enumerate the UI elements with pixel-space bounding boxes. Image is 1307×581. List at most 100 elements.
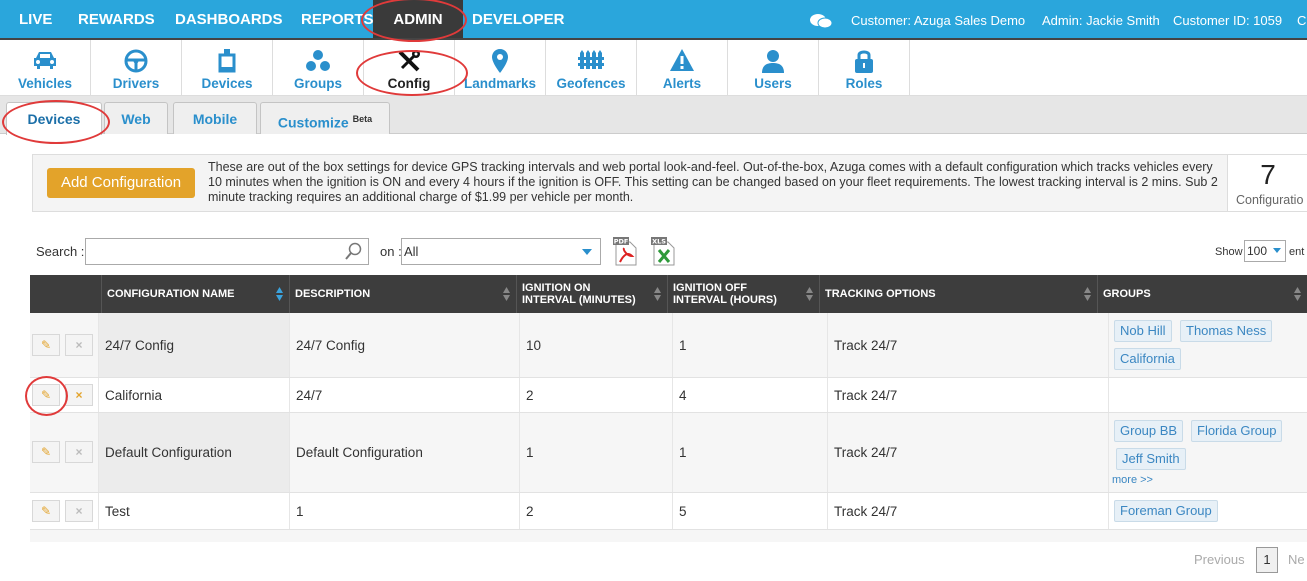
table-row: ✎ × Test 1 2 5 Track 24/7 Foreman Group [30,493,1307,530]
edit-button[interactable]: ✎ [32,334,60,356]
car-icon [34,52,56,69]
close-icon: × [75,445,83,459]
search-column-select[interactable]: All [401,238,601,265]
toolbar-geofences[interactable]: Geofences [546,40,637,96]
nav-dashboards[interactable]: DASHBOARDS [175,0,283,38]
table-header: CONFIGURATION NAME DESCRIPTION IGNITION … [30,275,1307,313]
previous-page-button[interactable]: Previous [1194,552,1245,567]
nav-rewards[interactable]: REWARDS [78,0,155,38]
toolbar-landmarks[interactable]: Landmarks [455,40,546,96]
toolbar-drivers[interactable]: Drivers [91,40,182,96]
toolbar-label: Groups [293,76,342,91]
header-description[interactable]: DESCRIPTION [289,275,516,313]
cell-name: Default Configuration [98,413,289,492]
edit-button[interactable]: ✎ [32,441,60,463]
group-tag[interactable]: California [1114,348,1181,370]
delete-button[interactable]: × [65,334,93,356]
group-tag[interactable]: Florida Group [1191,420,1283,442]
sort-icon [276,287,283,301]
toolbar-label: Devices [201,76,253,91]
toolbar-vehicles[interactable]: Vehicles [0,40,91,96]
pdf-label: PDF [614,238,629,246]
header-tracking-options[interactable]: TRACKING OPTIONS [819,275,1097,313]
search-input[interactable] [85,238,369,265]
admin-toolbar: Vehicles Drivers Devices Groups Config L… [0,40,1307,96]
close-icon: × [75,338,83,352]
search-icon[interactable] [345,242,363,260]
add-configuration-button[interactable]: Add Configuration [47,168,195,198]
page-1-button[interactable]: 1 [1256,547,1278,573]
xls-export-icon[interactable]: XLS [650,236,676,266]
toolbar-roles[interactable]: Roles [819,40,910,96]
toolbar-label: Users [754,76,792,91]
cell-name: Test [98,493,289,529]
config-subtabs: Devices Web Mobile Customize Beta [0,96,1307,135]
cell-description: 24/7 Config [289,313,516,377]
tab-customize[interactable]: Customize Beta [260,102,390,134]
configuration-count: 7 [1260,159,1276,190]
tab-mobile[interactable]: Mobile [173,102,257,134]
header-configuration-name[interactable]: CONFIGURATION NAME [101,275,289,313]
cell-ignition-on: 2 [519,378,672,412]
group-tag[interactable]: Foreman Group [1114,500,1218,522]
cell-name: California [98,378,289,412]
overflow-text: C [1297,13,1307,28]
sort-icon [1294,287,1301,301]
cell-ignition-off: 5 [672,493,827,529]
toolbar-alerts[interactable]: Alerts [637,40,728,96]
toolbar-users[interactable]: Users [728,40,819,96]
next-page-button[interactable]: Ne [1288,552,1305,567]
table-row: ✎ × 24/7 Config 24/7 Config 10 1 Track 2… [30,313,1307,378]
header-ignition-on[interactable]: IGNITION ON INTERVAL (MINUTES) [516,275,667,313]
device-icon [218,49,236,73]
map-pin-icon [492,49,508,73]
group-tag[interactable]: Jeff Smith [1116,448,1186,470]
lock-icon [855,50,873,73]
top-navigation: LIVE REWARDS DASHBOARDS REPORTS ADMIN DE… [0,0,1307,38]
customer-name: Customer: Azuga Sales Demo [851,13,1026,28]
nav-live[interactable]: LIVE [19,0,52,38]
table-row-partial [30,530,1307,542]
info-text: These are out of the box settings for de… [208,160,1218,204]
sort-icon [503,287,510,301]
xls-label: XLS [652,238,666,246]
pdf-export-icon[interactable]: PDF [612,236,638,266]
header-ignition-off[interactable]: IGNITION OFF INTERVAL (HOURS) [667,275,819,313]
group-tag[interactable]: Group BB [1114,420,1184,442]
admin-name: Admin: Jackie Smith [1042,13,1160,28]
toolbar-devices[interactable]: Devices [182,40,273,96]
close-icon: × [75,504,83,518]
user-icon [762,50,784,73]
cell-ignition-on: 10 [519,313,672,377]
edit-button[interactable]: ✎ [32,500,60,522]
chat-icon[interactable] [809,13,833,29]
delete-button[interactable]: × [65,384,93,406]
tab-web[interactable]: Web [104,102,168,134]
sort-icon [1084,287,1091,301]
info-panel: Add Configuration These are out of the b… [32,154,1307,212]
search-label: Search : [36,244,85,259]
beta-badge: Beta [352,114,373,124]
toolbar-groups[interactable]: Groups [273,40,364,96]
group-tag[interactable]: Nob Hill [1114,320,1172,342]
toolbar-label: Geofences [556,76,626,91]
sort-icon [806,287,813,301]
delete-button[interactable]: × [65,500,93,522]
header-actions [30,275,101,313]
toolbar-label: Drivers [112,76,160,91]
group-tag[interactable]: Thomas Ness [1180,320,1273,342]
page-size-select[interactable]: 100 [1244,240,1286,262]
header-label: CONFIGURATION NAME [107,288,235,300]
cell-ignition-off: 1 [672,313,827,377]
header-label: IGNITION ON INTERVAL (MINUTES) [522,282,636,306]
cell-description: Default Configuration [289,413,516,492]
search-on-label: on : [380,244,402,259]
more-groups-link[interactable]: more >> [1112,474,1153,486]
entries-label: ent [1289,246,1305,258]
delete-button[interactable]: × [65,441,93,463]
cell-description: 24/7 [289,378,516,412]
nav-developer[interactable]: DEVELOPER [472,0,565,38]
header-groups[interactable]: GROUPS [1097,275,1307,313]
configuration-count-box: 7 Configuratio [1227,155,1307,211]
pencil-icon: ✎ [40,504,52,518]
